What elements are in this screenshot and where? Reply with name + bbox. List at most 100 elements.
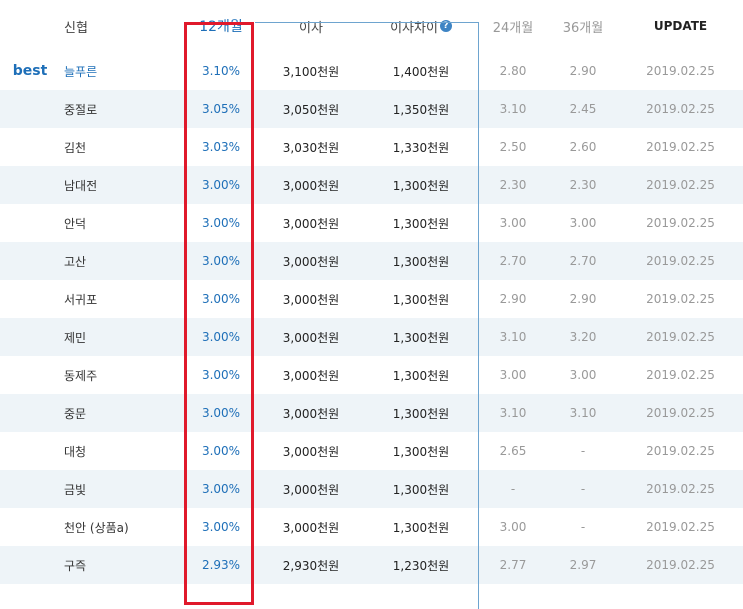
update-date: 2019.02.25 <box>646 368 715 382</box>
interest-difference: 1,330천원 <box>392 140 450 155</box>
table-row[interactable]: 중절로 3.05% 3,050천원 1,350천원 3.10 2.45 2019.02.25 <box>0 90 743 128</box>
rate-24-month: 2.77 <box>499 558 527 572</box>
interest-difference: 1,300천원 <box>392 292 450 307</box>
update-date: 2019.02.25 <box>646 102 715 116</box>
rate-36-month: - <box>580 520 586 534</box>
bank-name[interactable]: 천안 (상품a) <box>60 508 159 546</box>
update-date: 2019.02.25 <box>646 482 715 496</box>
rate-12-month: 3.10% <box>201 64 241 78</box>
interest-difference: 1,300천원 <box>392 520 450 535</box>
table-row[interactable]: 고산 3.00% 3,000천원 1,300천원 2.70 2.70 2019.02.25 <box>0 242 743 280</box>
table-row[interactable]: 동제주 3.00% 3,000천원 1,300천원 3.00 3.00 2019.02.25 <box>0 356 743 394</box>
header-36-month[interactable]: 36개월 <box>548 0 618 52</box>
interest-amount: 3,000천원 <box>282 330 340 345</box>
interest-amount: 3,000천원 <box>282 254 340 269</box>
interest-difference: 1,350천원 <box>392 102 450 117</box>
update-date: 2019.02.25 <box>646 64 715 78</box>
bank-name[interactable]: 남대전 <box>60 166 159 204</box>
header-name[interactable]: 신협 <box>60 0 159 52</box>
interest-difference: 1,300천원 <box>392 368 450 383</box>
interest-amount: 2,930천원 <box>282 558 340 573</box>
rate-24-month: 3.00 <box>499 520 527 534</box>
rate-36-month: 3.10 <box>569 406 597 420</box>
update-date: 2019.02.25 <box>646 292 715 306</box>
bank-name[interactable]: 중절로 <box>60 90 159 128</box>
interest-amount: 3,000천원 <box>282 406 340 421</box>
table-row[interactable]: 남대전 3.00% 3,000천원 1,300천원 2.30 2.30 2019.02.25 <box>0 166 743 204</box>
bank-name[interactable]: 중문 <box>60 394 159 432</box>
table-row[interactable]: 천안 (상품a) 3.00% 3,000천원 1,300천원 3.00 - 2019.02.… <box>0 508 743 546</box>
header-interest[interactable]: 이자 <box>258 0 364 52</box>
bank-name[interactable]: 고산 <box>60 242 159 280</box>
rate-12-month: 3.00% <box>201 330 241 344</box>
rate-24-month: 3.00 <box>499 368 527 382</box>
rate-12-month: 3.00% <box>201 520 241 534</box>
table-row[interactable]: 대청 3.00% 3,000천원 1,300천원 2.65 - 2019.02.25 <box>0 432 743 470</box>
rate-12-month: 3.00% <box>201 292 241 306</box>
rate-36-month: 2.90 <box>569 64 597 78</box>
interest-amount: 3,100천원 <box>282 64 340 79</box>
rate-36-month: - <box>580 444 586 458</box>
savings-rate-table: 신협 12개월 이자 이자차이 ? 24개월 36개월 UPDATE best 늘… <box>0 0 743 584</box>
bank-name[interactable]: 대청 <box>60 432 159 470</box>
rate-12-month: 3.00% <box>201 482 241 496</box>
rate-24-month: 3.10 <box>499 330 527 344</box>
update-date: 2019.02.25 <box>646 216 715 230</box>
update-date: 2019.02.25 <box>646 330 715 344</box>
rate-36-month: 2.90 <box>569 292 597 306</box>
interest-difference: 1,300천원 <box>392 216 450 231</box>
update-date: 2019.02.25 <box>646 520 715 534</box>
interest-amount: 3,000천원 <box>282 178 340 193</box>
table-row[interactable]: best 늘푸른 3.10% 3,100천원 1,400천원 2.80 2.90 2019.0… <box>0 52 743 90</box>
interest-difference: 1,300천원 <box>392 330 450 345</box>
bank-name[interactable]: 구즉 <box>60 546 159 584</box>
bank-name[interactable]: 제민 <box>60 318 159 356</box>
rate-12-month: 2.93% <box>201 558 241 572</box>
rate-12-month: 3.00% <box>201 178 241 192</box>
bank-name[interactable]: 동제주 <box>60 356 159 394</box>
interest-difference: 1,300천원 <box>392 444 450 459</box>
table-header: 신협 12개월 이자 이자차이 ? 24개월 36개월 UPDATE <box>0 0 743 52</box>
interest-difference: 1,400천원 <box>392 64 450 79</box>
rate-36-month: 3.00 <box>569 216 597 230</box>
bank-name[interactable]: 안덕 <box>60 204 159 242</box>
header-24-month[interactable]: 24개월 <box>478 0 548 52</box>
bank-name[interactable]: 서귀포 <box>60 280 159 318</box>
rate-12-month: 3.05% <box>201 102 241 116</box>
header-update[interactable]: UPDATE <box>618 0 743 52</box>
rate-24-month: - <box>510 482 516 496</box>
rate-12-month: 3.03% <box>201 140 241 154</box>
update-date: 2019.02.25 <box>646 254 715 268</box>
table-body: best 늘푸른 3.10% 3,100천원 1,400천원 2.80 2.90 2019.0… <box>0 52 743 584</box>
header-interest-diff[interactable]: 이자차이 ? <box>364 0 478 52</box>
rate-24-month: 3.10 <box>499 406 527 420</box>
interest-difference: 1,300천원 <box>392 254 450 269</box>
best-badge: best <box>12 63 48 79</box>
interest-difference: 1,300천원 <box>392 406 450 421</box>
rate-36-month: 2.60 <box>569 140 597 154</box>
bank-name[interactable]: 김천 <box>60 128 159 166</box>
table-row[interactable]: 구즉 2.93% 2,930천원 1,230천원 2.77 2.97 2019.02.25 <box>0 546 743 584</box>
update-date: 2019.02.25 <box>646 178 715 192</box>
interest-amount: 3,000천원 <box>282 520 340 535</box>
table-row[interactable]: 금빛 3.00% 3,000천원 1,300천원 - - 2019.02.25 <box>0 470 743 508</box>
rate-12-month: 3.00% <box>201 368 241 382</box>
interest-amount: 3,000천원 <box>282 292 340 307</box>
rate-24-month: 3.00 <box>499 216 527 230</box>
bank-name[interactable]: 늘푸른 <box>60 52 159 90</box>
table-row[interactable]: 서귀포 3.00% 3,000천원 1,300천원 2.90 2.90 2019.02.25 <box>0 280 743 318</box>
help-icon[interactable]: ? <box>439 20 452 32</box>
table-row[interactable]: 김천 3.03% 3,030천원 1,330천원 2.50 2.60 2019.02.25 <box>0 128 743 166</box>
table-row[interactable]: 제민 3.00% 3,000천원 1,300천원 3.10 3.20 2019.02.25 <box>0 318 743 356</box>
bank-name[interactable]: 금빛 <box>60 470 159 508</box>
rate-24-month: 3.10 <box>499 102 527 116</box>
update-date: 2019.02.25 <box>646 444 715 458</box>
rate-36-month: 3.00 <box>569 368 597 382</box>
header-12-month[interactable]: 12개월 <box>184 0 258 52</box>
table-row[interactable]: 중문 3.00% 3,000천원 1,300천원 3.10 3.10 2019.02.25 <box>0 394 743 432</box>
rate-12-month: 3.00% <box>201 216 241 230</box>
update-date: 2019.02.25 <box>646 558 715 572</box>
table-row[interactable]: 안덕 3.00% 3,000천원 1,300천원 3.00 3.00 2019.02.25 <box>0 204 743 242</box>
rate-36-month: 2.97 <box>569 558 597 572</box>
rate-36-month: 2.45 <box>569 102 597 116</box>
